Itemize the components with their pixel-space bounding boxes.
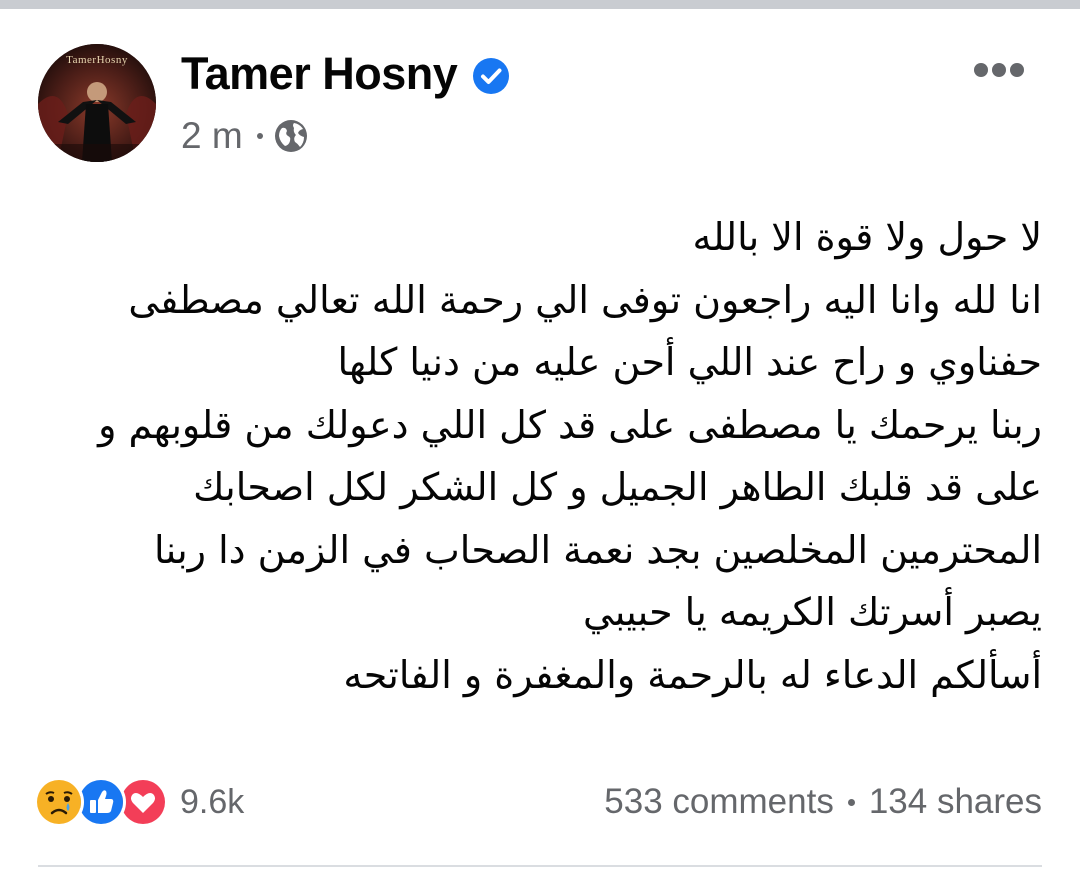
meta-separator-dot xyxy=(256,133,263,139)
more-horizontal-icon[interactable] xyxy=(972,61,1026,79)
post-text-line: يصبر أسرتك الكريمه يا حبيبي xyxy=(583,590,1042,634)
post-text: لا حول ولا قوة الا بالله انا لله وانا ال… xyxy=(42,206,1042,706)
reactions-summary[interactable]: 9.6k xyxy=(34,776,244,828)
post-text-line: ربنا يرحمك يا مصطفى على قد كل اللي دعولك… xyxy=(98,402,1042,447)
author-name[interactable]: Tamer Hosny xyxy=(181,46,458,102)
post-meta: 2 m xyxy=(181,114,309,158)
post-timestamp[interactable]: 2 m xyxy=(181,114,243,158)
facebook-post: TamerHosny Tamer Hosny 2 m لا حول ولا قو… xyxy=(0,0,1080,876)
bottom-divider xyxy=(38,865,1042,867)
top-separator-bar xyxy=(0,0,1080,9)
globe-icon[interactable] xyxy=(273,118,309,154)
shares-count[interactable]: 134 shares xyxy=(869,782,1042,822)
post-text-line: لا حول ولا قوة الا بالله xyxy=(692,215,1042,259)
avatar-caption: TamerHosny xyxy=(66,54,128,66)
sad-reaction-icon xyxy=(34,777,84,827)
post-text-line: حفناوي و راح عند اللي أحن عليه من دنيا ك… xyxy=(337,340,1042,384)
post-text-line: أسألكم الدعاء له بالرحمة والمغفرة و الفا… xyxy=(343,652,1042,697)
post-text-line: المحترمين المخلصين بجد نعمة الصحاب في ال… xyxy=(154,527,1042,572)
author-avatar[interactable]: TamerHosny xyxy=(38,44,156,162)
post-text-line: انا لله وانا اليه راجعون توفى الي رحمة ا… xyxy=(128,277,1042,322)
verified-badge-icon xyxy=(473,58,509,94)
engagement-stats: 533 comments 134 shares xyxy=(604,776,1042,828)
comments-count[interactable]: 533 comments xyxy=(604,782,834,822)
reaction-count: 9.6k xyxy=(180,783,245,821)
post-text-line: على قد قلبك الطاهر الجميل و كل الشكر لكل… xyxy=(193,465,1042,509)
stats-separator-dot xyxy=(847,798,855,806)
